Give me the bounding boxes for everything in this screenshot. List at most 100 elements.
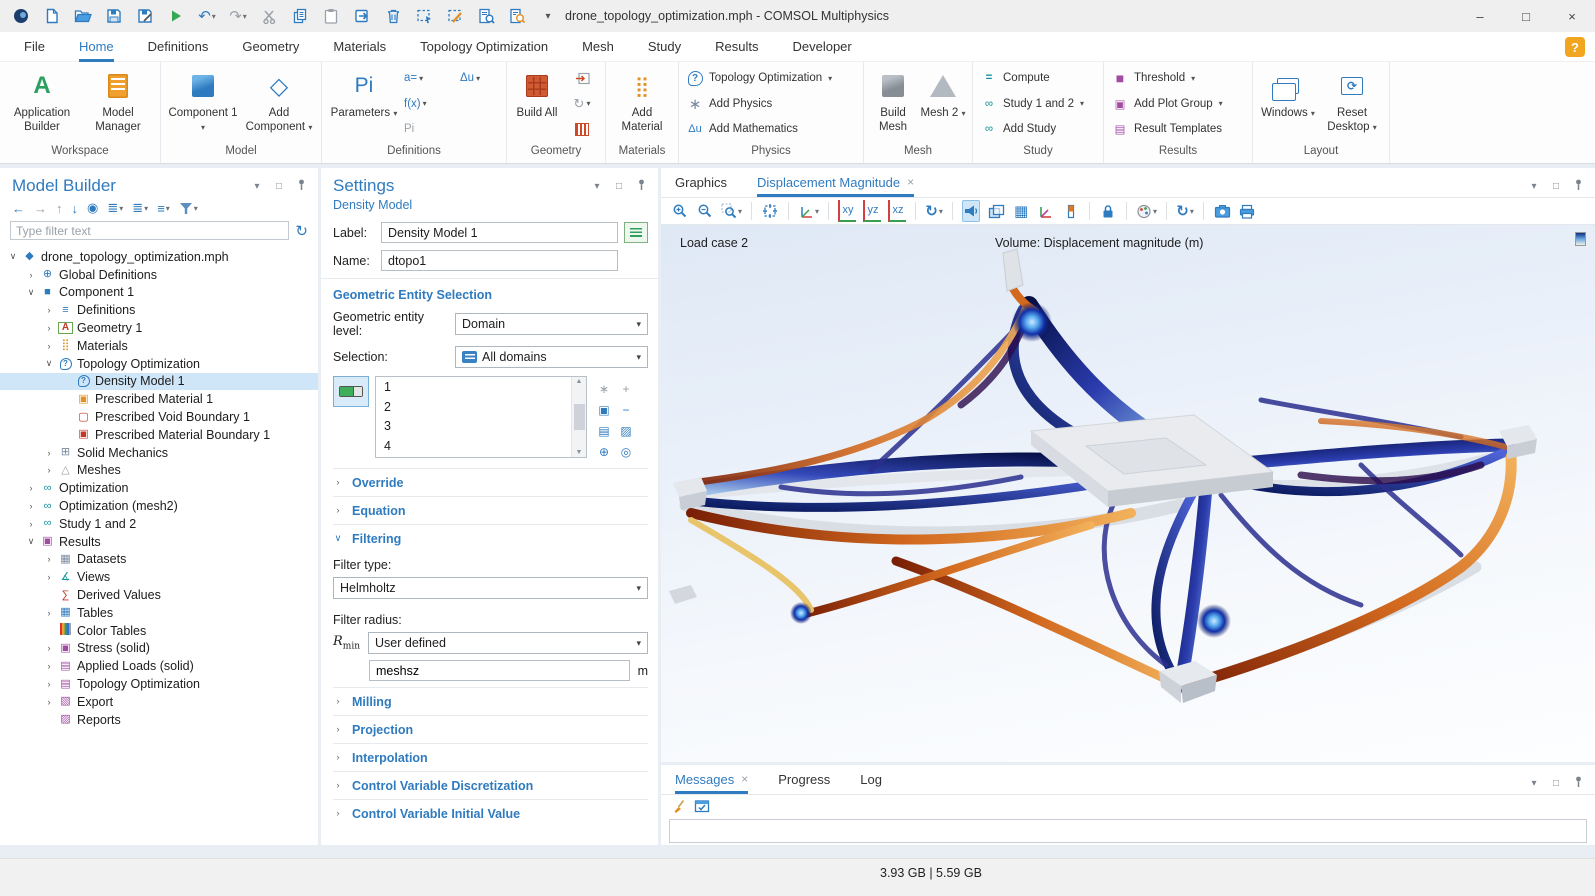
save-button[interactable] (101, 3, 127, 29)
tree-item-prescribed-material-1[interactable]: ▣Prescribed Material 1 (0, 390, 318, 408)
section-control-variable-initial-value[interactable]: ›Control Variable Initial Value (333, 799, 648, 827)
open-in-table-icon[interactable] (694, 799, 710, 816)
delete-button[interactable] (380, 3, 406, 29)
copy-selection-icon[interactable]: ▣ (593, 399, 615, 420)
redo-button[interactable]: ↷▾ (225, 3, 251, 29)
menu-tab-file[interactable]: File (24, 32, 45, 62)
tree-item-views[interactable]: ›∡Views (0, 568, 318, 586)
topology-optimization-interface-button[interactable]: ?Topology Optimization▾ (687, 68, 855, 88)
panel-float-icon[interactable]: □ (1549, 181, 1563, 192)
component-1-button[interactable]: Component 1 ▾ (167, 64, 239, 145)
panel-float-icon[interactable]: □ (612, 181, 626, 192)
tree-item-definitions[interactable]: ›≡Definitions (0, 301, 318, 319)
menu-tab-home[interactable]: Home (79, 32, 114, 62)
tree-item-component-1[interactable]: ∨■Component 1 (0, 284, 318, 302)
add-to-selection-icon[interactable]: + (615, 378, 637, 399)
color-theme-icon[interactable]: ▾ (1136, 200, 1157, 222)
clear-messages-icon[interactable] (673, 799, 686, 817)
tree-item-color-tables[interactable]: Color Tables (0, 622, 318, 640)
mesh-2-button[interactable]: Mesh 2 ▾ (920, 64, 966, 145)
filter-radius-mode-select[interactable]: User defined ▾ (368, 632, 648, 654)
open-file-button[interactable] (70, 3, 96, 29)
close-button[interactable]: × (1549, 0, 1595, 32)
help-button[interactable]: ? (1565, 37, 1585, 57)
panel-float-icon[interactable]: □ (272, 181, 286, 192)
tree-filter-input[interactable] (10, 221, 289, 240)
section-control-variable-discretization[interactable]: ›Control Variable Discretization (333, 771, 648, 799)
filter-type-select[interactable]: Helmholtz ▾ (333, 577, 648, 599)
show-axis-orientation-icon[interactable] (1037, 200, 1055, 222)
parameters-button[interactable]: Pi Parameters ▾ (328, 64, 400, 145)
delta-u-button[interactable]: Δu▾ (460, 70, 500, 86)
paste-button[interactable] (318, 3, 344, 29)
close-tab-icon[interactable]: × (907, 175, 914, 189)
build-mesh-button[interactable]: Build Mesh (870, 64, 916, 145)
parameter-case-button[interactable]: Pi (404, 121, 456, 137)
add-physics-button[interactable]: ∗Add Physics (687, 94, 855, 114)
panel-pin-icon[interactable] (1571, 179, 1585, 194)
section-equation[interactable]: ›Equation (333, 496, 648, 524)
find-button[interactable] (473, 3, 499, 29)
menu-tab-materials[interactable]: Materials (333, 32, 386, 62)
panel-menu-icon[interactable]: ▾ (250, 181, 264, 192)
section-projection[interactable]: ›Projection (333, 715, 648, 743)
move-up-icon[interactable]: ↑ (56, 201, 63, 216)
panel-float-icon[interactable]: □ (1549, 778, 1563, 789)
menu-tab-definitions[interactable]: Definitions (148, 32, 209, 62)
tab-displacement-magnitude[interactable]: Displacement Magnitude× (757, 167, 914, 197)
add-study-button[interactable]: ∞Add Study (981, 119, 1095, 139)
filter-radius-input[interactable] (369, 660, 630, 681)
lock-view-icon[interactable] (1099, 200, 1117, 222)
tree-item-optimization-mesh2[interactable]: ›∞Optimization (mesh2) (0, 497, 318, 515)
transparency-icon[interactable] (987, 200, 1005, 222)
duplicate-button[interactable] (349, 3, 375, 29)
tree-item-datasets[interactable]: ›▦Datasets (0, 551, 318, 569)
tree-item-prescribed-void-boundary-1[interactable]: ▢Prescribed Void Boundary 1 (0, 408, 318, 426)
tree-item-topology-optimization[interactable]: ∨?Topology Optimization (0, 355, 318, 373)
tree-item-global-definitions[interactable]: ›⊕Global Definitions (0, 266, 318, 284)
zoom-box-icon[interactable]: ▾ (721, 200, 742, 222)
section-filtering[interactable]: ∨Filtering (333, 524, 648, 552)
collapse-all-icon[interactable]: ≣▾ (107, 200, 123, 216)
tab-messages[interactable]: Messages× (675, 764, 748, 794)
domain-list-scrollbar[interactable]: ▲▼ (571, 377, 586, 457)
close-tab-icon[interactable]: × (741, 772, 748, 786)
add-material-button[interactable]: ⣿ Add Material (612, 64, 672, 145)
clear-selection-button[interactable] (442, 3, 468, 29)
zoom-to-selection-icon[interactable]: ⊕ (593, 441, 615, 462)
tree-item-tables[interactable]: ›▦Tables (0, 604, 318, 622)
menu-tab-topology-optimization[interactable]: Topology Optimization (420, 32, 548, 62)
create-selection-icon[interactable]: ∗ (593, 378, 615, 399)
domain-list-item[interactable]: 1 (384, 378, 571, 398)
default-view-icon[interactable]: ▾ (798, 200, 819, 222)
expand-all-icon[interactable]: ≣▾ (132, 200, 148, 216)
view-selection-icon[interactable]: ◎ (615, 441, 637, 462)
run-button[interactable] (163, 3, 189, 29)
zoom-in-icon[interactable] (671, 200, 689, 222)
model-manager-button[interactable]: Model Manager (82, 64, 154, 145)
tree-item-density-model-1[interactable]: ?Density Model 1 (0, 373, 318, 391)
filter-icon[interactable]: ▾ (179, 202, 198, 215)
select-box-button[interactable] (411, 3, 437, 29)
paste-selection-icon[interactable]: ▤ (593, 420, 615, 441)
tree-item-reports[interactable]: ▨Reports (0, 711, 318, 729)
geometry-rebuild-button[interactable]: ↻▾ (574, 96, 591, 112)
tree-item-root-mph[interactable]: ∨◆drone_topology_optimization.mph (0, 248, 318, 266)
domain-list[interactable]: 1 2 3 4 ▲▼ (375, 376, 587, 458)
graphics-canvas[interactable]: Load case 2 Volume: Displacement magnitu… (661, 225, 1595, 762)
add-mathematics-button[interactable]: ΔuAdd Mathematics (687, 119, 855, 139)
tree-item-geometry-1[interactable]: ›AGeometry 1 (0, 319, 318, 337)
go-to-yz-view-button[interactable]: yz (863, 200, 881, 222)
zoom-out-icon[interactable] (696, 200, 714, 222)
study-1-and-2-button[interactable]: ∞Study 1 and 2▾ (981, 94, 1095, 114)
label-action-button[interactable] (624, 222, 648, 243)
menu-tab-developer[interactable]: Developer (792, 32, 851, 62)
tab-log[interactable]: Log (860, 764, 882, 794)
result-templates-button[interactable]: ▤Result Templates (1112, 119, 1244, 139)
windows-button[interactable]: Windows ▾ (1259, 64, 1317, 145)
tree-item-results[interactable]: ∨▣Results (0, 533, 318, 551)
name-input[interactable] (381, 250, 618, 271)
label-input[interactable] (381, 222, 618, 243)
panel-pin-icon[interactable] (634, 179, 648, 194)
tree-item-export[interactable]: ›▧Export (0, 693, 318, 711)
